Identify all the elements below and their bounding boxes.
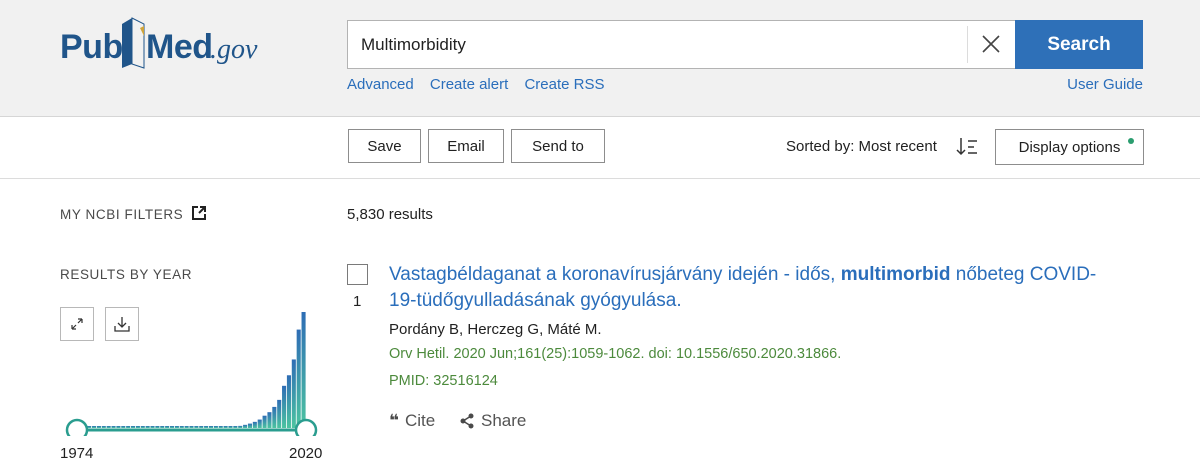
histogram-bar[interactable]: [101, 426, 106, 428]
cite-button[interactable]: ❝ Cite: [389, 411, 435, 431]
create-rss-link[interactable]: Create RSS: [524, 76, 604, 93]
sort-direction-icon[interactable]: [955, 136, 979, 158]
result-title-link[interactable]: Vastagbéldaganat a koronavírusjárvány id…: [389, 262, 1109, 314]
year-end-handle[interactable]: [294, 418, 318, 436]
close-icon: [982, 35, 1000, 53]
histogram-bar[interactable]: [165, 426, 170, 428]
histogram-bar[interactable]: [262, 415, 267, 428]
result-title-before: Vastagbéldaganat a koronavírusjárvány id…: [389, 264, 841, 285]
histogram-bar[interactable]: [145, 426, 150, 428]
histogram-bar[interactable]: [174, 426, 179, 428]
histogram-bar[interactable]: [238, 425, 243, 428]
histogram-bar[interactable]: [296, 329, 301, 428]
share-label: Share: [481, 411, 527, 430]
page-header: Pub Med .gov Search Advanced Create aler…: [0, 0, 1200, 117]
histogram-bar[interactable]: [111, 426, 116, 428]
quote-icon: ❝: [389, 411, 399, 430]
histogram-bar[interactable]: [277, 399, 282, 428]
year-start-handle[interactable]: [65, 418, 89, 436]
share-icon: [460, 413, 474, 429]
create-alert-link[interactable]: Create alert: [430, 76, 508, 93]
histogram-bar[interactable]: [252, 421, 257, 428]
results-by-year-heading: RESULTS BY YEAR: [60, 267, 193, 282]
histogram-bar[interactable]: [194, 426, 199, 428]
histogram-bar[interactable]: [169, 426, 175, 428]
results-by-year-histogram[interactable]: [60, 304, 330, 436]
clear-search-button[interactable]: [976, 31, 1006, 59]
logo-book-icon: [122, 17, 145, 69]
histogram-bar[interactable]: [257, 419, 262, 428]
histogram-bar[interactable]: [291, 359, 296, 428]
results-toolbar: Save Email Send to Sorted by: Most recen…: [0, 117, 1200, 179]
histogram-bar[interactable]: [282, 385, 287, 428]
histogram-bar[interactable]: [131, 426, 136, 428]
histogram-bar[interactable]: [160, 426, 165, 428]
display-options-indicator: [1128, 138, 1134, 144]
histogram-bar[interactable]: [199, 426, 204, 428]
histogram-bar[interactable]: [116, 426, 121, 428]
pubmed-logo[interactable]: Pub Med .gov: [60, 14, 270, 78]
result-pmid: PMID: 32516124: [389, 373, 498, 389]
histogram-bar[interactable]: [92, 426, 97, 428]
sort-order-label[interactable]: Sorted by: Most recent: [786, 138, 937, 155]
histogram-bar[interactable]: [184, 426, 189, 428]
display-options-label: Display options: [1018, 138, 1121, 156]
histogram-bar[interactable]: [223, 426, 228, 428]
logo-pub-text: Pub: [60, 28, 123, 66]
histogram-bar[interactable]: [286, 375, 291, 428]
histogram-bar[interactable]: [228, 426, 233, 428]
result-title-highlight: multimorbid: [840, 264, 951, 285]
histogram-bar[interactable]: [179, 426, 184, 428]
histogram-bar[interactable]: [247, 423, 252, 428]
results-count: 5,830 results: [347, 206, 433, 223]
search-box: [347, 20, 1015, 69]
histogram-bar[interactable]: [155, 426, 160, 428]
search-divider: [967, 26, 968, 63]
result-select-checkbox[interactable]: [347, 264, 368, 285]
result-authors: Pordány B, Herczeg G, Máté M.: [389, 321, 602, 338]
histogram-bar[interactable]: [106, 426, 111, 428]
result-number: 1: [353, 293, 362, 310]
result-citation: Orv Hetil. 2020 Jun;161(25):1059-1062. d…: [389, 346, 842, 362]
save-button[interactable]: Save: [348, 129, 421, 163]
histogram-bar[interactable]: [189, 426, 194, 428]
histogram-bar[interactable]: [121, 426, 126, 428]
histogram-bar[interactable]: [267, 412, 272, 428]
histogram-bar[interactable]: [96, 426, 101, 428]
search-button[interactable]: Search: [1015, 20, 1143, 69]
histogram-bar[interactable]: [140, 426, 145, 428]
cite-label: Cite: [404, 411, 436, 430]
send-to-button[interactable]: Send to: [511, 129, 605, 163]
histogram-bar[interactable]: [233, 426, 238, 428]
histogram-bar[interactable]: [213, 426, 218, 428]
email-button[interactable]: Email: [428, 129, 504, 163]
logo-gov-text: .gov: [210, 34, 258, 65]
histogram-bar[interactable]: [126, 426, 131, 428]
search-input[interactable]: [348, 21, 968, 68]
histogram-bar[interactable]: [150, 426, 155, 428]
logo-med-text: Med: [146, 28, 213, 66]
year-start-label: 1974: [60, 445, 94, 462]
histogram-bar[interactable]: [301, 312, 306, 428]
search-links: Advanced Create alert Create RSS: [347, 76, 616, 93]
my-ncbi-filters-heading: MY NCBI FILTERS: [60, 207, 184, 222]
histogram-bar[interactable]: [272, 406, 277, 428]
histogram-bar[interactable]: [204, 426, 209, 428]
histogram-bar[interactable]: [208, 426, 214, 428]
histogram-bar[interactable]: [135, 426, 140, 428]
histogram-bar[interactable]: [243, 424, 248, 428]
advanced-search-link[interactable]: Advanced: [347, 76, 414, 93]
display-options-button[interactable]: Display options: [995, 129, 1144, 165]
year-end-label: 2020: [289, 445, 323, 462]
histogram-bar[interactable]: [218, 426, 223, 428]
external-link-icon[interactable]: [192, 206, 206, 220]
share-button[interactable]: Share: [459, 411, 526, 431]
user-guide-link[interactable]: User Guide: [1067, 76, 1143, 93]
